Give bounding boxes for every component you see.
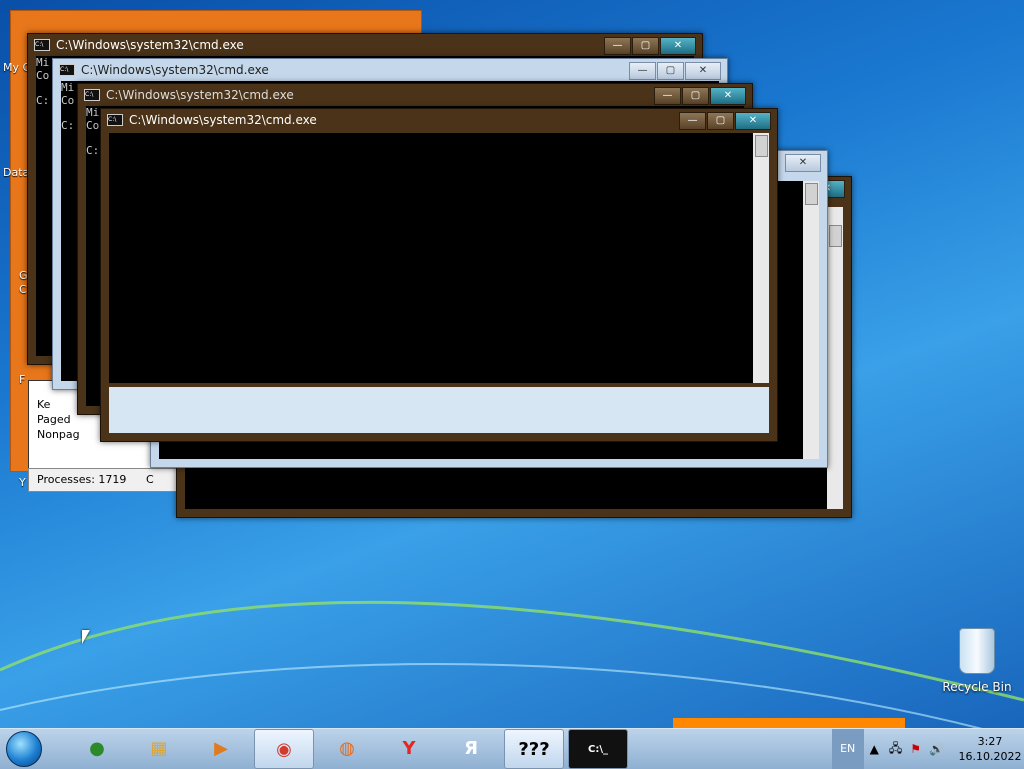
network-icon[interactable]: 🖧	[889, 739, 902, 760]
cmd-window-icon: C:\	[59, 64, 75, 76]
chrome-icon[interactable]: ◉	[254, 729, 314, 769]
action-center-icon[interactable]: ⚑	[910, 742, 921, 756]
desktop-label-1[interactable]: Data	[3, 166, 29, 179]
title-bar[interactable]: C:\ C:\Windows\system32\cmd.exe	[101, 109, 777, 131]
language-indicator[interactable]: EN	[831, 729, 864, 769]
recycle-bin-label: Recycle Bin	[942, 680, 1012, 694]
recycle-bin[interactable]: Recycle Bin	[938, 628, 1016, 694]
minimize-button[interactable]: —	[604, 37, 631, 55]
close-button[interactable]: ✕	[785, 154, 821, 172]
taskbar: ● ▦ ▶ ◉ ◍ Y Я??? C:\_ EN ▲ 🖧 ⚑ 🔊 3:27 16.10.202…	[0, 728, 1024, 769]
media-player-icon[interactable]: ▶	[192, 729, 250, 767]
cmd-window-icon: C:\	[107, 114, 123, 126]
explorer-icon[interactable]: ▦	[130, 729, 188, 767]
orange-toolbar-strip	[673, 718, 905, 728]
windows-logo-icon	[6, 731, 42, 767]
maximize-button[interactable]: ▢	[707, 112, 734, 130]
cmd-window-icon: C:\	[34, 39, 50, 51]
desktop-label-3[interactable]: C	[19, 283, 27, 296]
window-title: C:\Windows\system32\cmd.exe	[81, 63, 269, 77]
maximize-button[interactable]: ▢	[632, 37, 659, 55]
maximize-button[interactable]: ▢	[682, 87, 709, 105]
close-button[interactable]: ✕	[735, 112, 771, 130]
time: 3:27	[977, 735, 1003, 748]
yandex-browser-icon[interactable]: Y	[380, 729, 438, 767]
taskbar-items: ● ▦ ▶ ◉ ◍ Y Я??? C:\_	[64, 729, 628, 769]
system-tray: EN ▲ 🖧 ⚑ 🔊 3:27 16.10.2022	[831, 729, 1024, 769]
window-title: C:\Windows\system32\cmd.exe	[106, 88, 294, 102]
tray-expand-icon[interactable]: ▲	[870, 742, 879, 756]
antivirus-icon[interactable]: ●	[68, 729, 126, 767]
mouse-cursor	[82, 630, 90, 644]
window-title: C:\Windows\system32\cmd.exe	[56, 38, 244, 52]
minimize-button[interactable]: —	[629, 62, 656, 80]
minimize-button[interactable]: —	[679, 112, 706, 130]
recycle-bin-icon	[959, 628, 995, 674]
start-button[interactable]	[0, 729, 48, 769]
minimize-button[interactable]: —	[654, 87, 681, 105]
console-area[interactable]	[109, 133, 769, 383]
cmd-window-active[interactable]: C:\ C:\Windows\system32\cmd.exe — ▢ ✕	[100, 108, 778, 442]
vertical-scrollbar[interactable]	[753, 133, 769, 383]
yandex-icon[interactable]: Я	[442, 729, 500, 767]
unknown-app-icon[interactable]: ???	[504, 729, 564, 769]
clock[interactable]: 3:27 16.10.2022	[956, 734, 1024, 764]
title-bar[interactable]: C:\ C:\Windows\system32\cmd.exe	[53, 59, 727, 81]
desktop-label-5[interactable]: Y	[19, 476, 26, 489]
maximize-button[interactable]: ▢	[657, 62, 684, 80]
window-title: C:\Windows\system32\cmd.exe	[129, 113, 317, 127]
desktop-label-4[interactable]: F	[19, 373, 25, 386]
firefox-icon[interactable]: ◍	[318, 729, 376, 767]
title-bar[interactable]: C:\ C:\Windows\system32\cmd.exe	[78, 84, 752, 106]
status-extra: C	[145, 473, 154, 486]
close-button[interactable]: ✕	[660, 37, 696, 55]
cmd-window-icon: C:\	[84, 89, 100, 101]
cmd-icon[interactable]: C:\_	[568, 729, 628, 769]
volume-icon[interactable]: 🔊	[929, 742, 944, 756]
title-bar[interactable]: C:\ C:\Windows\system32\cmd.exe	[28, 34, 702, 56]
close-button[interactable]: ✕	[685, 62, 721, 80]
process-count: Processes: 1719	[37, 473, 127, 486]
window-footer	[109, 387, 769, 433]
date: 16.10.2022	[958, 750, 1022, 763]
close-button[interactable]: ✕	[710, 87, 746, 105]
task-manager-status: Processes: 1719 C	[28, 468, 178, 492]
